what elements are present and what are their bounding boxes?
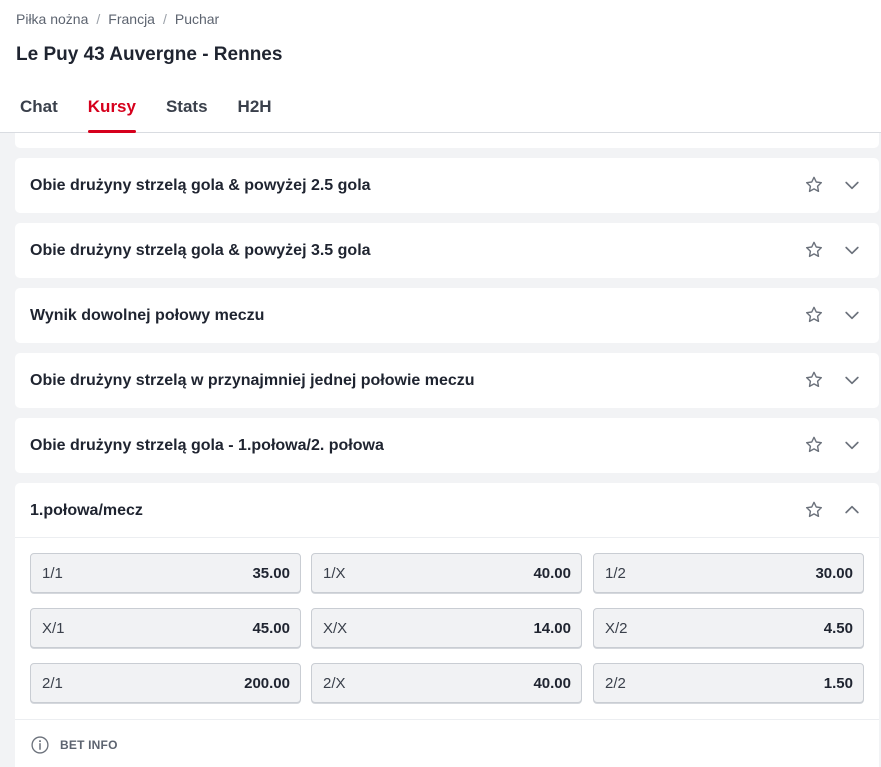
odds-button[interactable]: 2/2 1.50 bbox=[593, 663, 864, 703]
match-header: Piłka nożna / Francja / Puchar Le Puy 43… bbox=[0, 0, 881, 133]
info-icon bbox=[31, 736, 49, 754]
odds-value: 35.00 bbox=[252, 565, 290, 582]
odds-button[interactable]: 1/1 35.00 bbox=[30, 553, 301, 593]
divider bbox=[15, 719, 879, 720]
odds-label: 1/X bbox=[323, 565, 346, 582]
breadcrumb-separator: / bbox=[96, 11, 101, 27]
odds-value: 4.50 bbox=[823, 620, 853, 637]
page-title: Le Puy 43 Auvergne - Rennes bbox=[16, 44, 283, 65]
star-icon[interactable] bbox=[804, 435, 824, 455]
tab-chat[interactable]: Chat bbox=[20, 97, 58, 133]
odds-button[interactable]: 2/X 40.00 bbox=[311, 663, 582, 703]
market-panel[interactable]: Obie drużyny strzelą gola & powyżej 2.5 … bbox=[15, 158, 879, 213]
breadcrumb-sport[interactable]: Piłka nożna bbox=[16, 11, 88, 27]
market-panel[interactable]: Wynik dowolnej połowy meczu bbox=[15, 288, 879, 343]
tab-stats[interactable]: Stats bbox=[166, 97, 208, 133]
market-panel-expanded: 1.połowa/mecz 1/1 35.00 1/X 40.00 1/2 30… bbox=[15, 483, 879, 767]
market-header[interactable]: 1.połowa/mecz bbox=[15, 483, 879, 538]
odds-value: 14.00 bbox=[533, 620, 571, 637]
odds-value: 200.00 bbox=[244, 675, 290, 692]
odds-value: 1.50 bbox=[823, 675, 853, 692]
market-panel[interactable]: Obie drużyny strzelą w przynajmniej jedn… bbox=[15, 353, 879, 408]
chevron-down-icon[interactable] bbox=[842, 240, 862, 260]
odds-button[interactable]: 2/1 200.00 bbox=[30, 663, 301, 703]
odds-label: X/2 bbox=[605, 620, 628, 637]
market-title[interactable]: 1.połowa/mecz bbox=[30, 483, 143, 538]
odds-label: 1/2 bbox=[605, 565, 626, 582]
odds-label: X/1 bbox=[42, 620, 65, 637]
odds-label: 2/1 bbox=[42, 675, 63, 692]
odds-button[interactable]: X/1 45.00 bbox=[30, 608, 301, 648]
market-title[interactable]: Obie drużyny strzelą gola & powyżej 2.5 … bbox=[30, 158, 371, 213]
odds-value: 45.00 bbox=[252, 620, 290, 637]
tab-h2h[interactable]: H2H bbox=[238, 97, 272, 133]
star-icon[interactable] bbox=[804, 240, 824, 260]
star-icon[interactable] bbox=[804, 500, 824, 520]
odds-label: 1/1 bbox=[42, 565, 63, 582]
market-title[interactable]: Obie drużyny strzelą gola & powyżej 3.5 … bbox=[30, 223, 371, 278]
odds-button[interactable]: X/X 14.00 bbox=[311, 608, 582, 648]
chevron-down-icon[interactable] bbox=[842, 175, 862, 195]
previous-market-panel-bottom bbox=[15, 133, 879, 148]
star-icon[interactable] bbox=[804, 370, 824, 390]
market-title[interactable]: Wynik dowolnej połowy meczu bbox=[30, 288, 264, 343]
chevron-down-icon[interactable] bbox=[842, 435, 862, 455]
breadcrumb-competition[interactable]: Puchar bbox=[175, 11, 219, 27]
breadcrumb-separator: / bbox=[162, 11, 167, 27]
odds-label: X/X bbox=[323, 620, 348, 637]
breadcrumb-country[interactable]: Francja bbox=[108, 11, 155, 27]
chevron-down-icon[interactable] bbox=[842, 305, 862, 325]
breadcrumb: Piłka nożna / Francja / Puchar bbox=[16, 11, 219, 27]
tab-kursy[interactable]: Kursy bbox=[87, 97, 137, 133]
bet-info-label: BET INFO bbox=[60, 738, 118, 752]
market-panel[interactable]: Obie drużyny strzelą gola - 1.połowa/2. … bbox=[15, 418, 879, 473]
odds-button[interactable]: X/2 4.50 bbox=[593, 608, 864, 648]
market-panel[interactable]: Obie drużyny strzelą gola & powyżej 3.5 … bbox=[15, 223, 879, 278]
star-icon[interactable] bbox=[804, 175, 824, 195]
star-icon[interactable] bbox=[804, 305, 824, 325]
chevron-up-icon[interactable] bbox=[842, 500, 862, 520]
bet-info-link[interactable]: BET INFO bbox=[30, 735, 118, 755]
market-title[interactable]: Obie drużyny strzelą w przynajmniej jedn… bbox=[30, 353, 475, 408]
odds-button[interactable]: 1/2 30.00 bbox=[593, 553, 864, 593]
odds-button[interactable]: 1/X 40.00 bbox=[311, 553, 582, 593]
odds-label: 2/X bbox=[323, 675, 346, 692]
odds-value: 40.00 bbox=[533, 565, 571, 582]
chevron-down-icon[interactable] bbox=[842, 370, 862, 390]
market-title[interactable]: Obie drużyny strzelą gola - 1.połowa/2. … bbox=[30, 418, 384, 473]
odds-label: 2/2 bbox=[605, 675, 626, 692]
odds-value: 40.00 bbox=[533, 675, 571, 692]
tab-bar: Chat Kursy Stats H2H bbox=[20, 97, 302, 133]
odds-value: 30.00 bbox=[815, 565, 853, 582]
